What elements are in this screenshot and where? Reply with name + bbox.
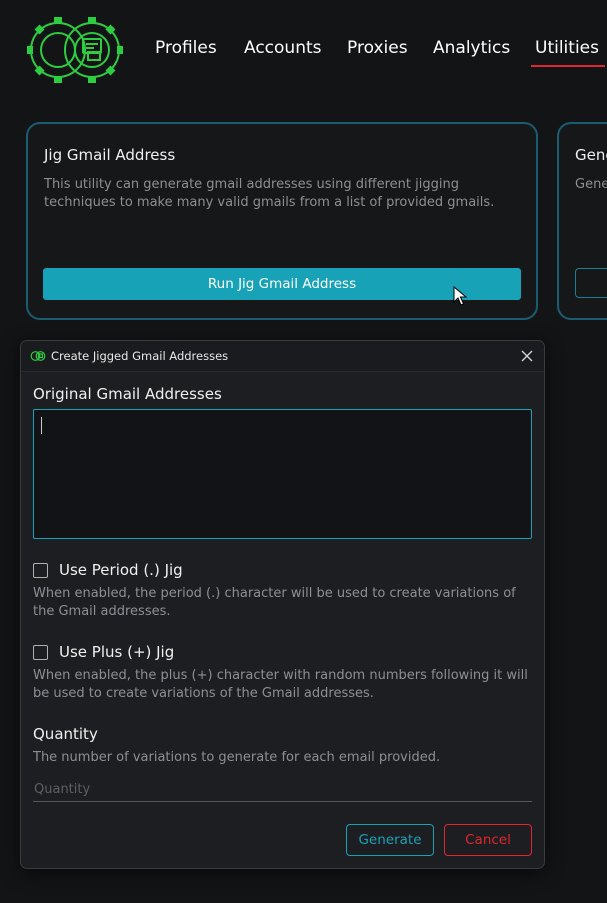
run-jig-gmail-button[interactable]: Run Jig Gmail Address — [43, 268, 521, 300]
nav-item-analytics[interactable]: Analytics — [433, 38, 510, 58]
nav-item-utilities[interactable]: Utilities — [531, 38, 605, 67]
card-description: This utility can generate gmail addresse… — [44, 177, 495, 210]
nav-item-accounts[interactable]: Accounts — [244, 38, 322, 58]
card-description: Gene — [575, 177, 607, 192]
original-gmail-textarea[interactable] — [33, 409, 532, 539]
run-generate-button[interactable] — [575, 268, 607, 298]
quantity-help: The number of variations to generate for… — [33, 750, 441, 765]
period-jig-help: When enabled, the period (.) character w… — [33, 586, 516, 619]
plus-jig-label: Use Plus (+) Jig — [59, 643, 175, 661]
jig-gmail-dialog: Create Jigged Gmail Addresses Original G… — [20, 340, 545, 869]
text-caret — [41, 417, 42, 434]
plus-jig-checkbox[interactable] — [33, 645, 48, 660]
nav-item-profiles[interactable]: Profiles — [155, 38, 217, 58]
quantity-input[interactable] — [33, 777, 532, 802]
dialog-title: Create Jigged Gmail Addresses — [51, 349, 229, 363]
card-title: Jig Gmail Address — [44, 146, 176, 164]
period-jig-label: Use Period (.) Jig — [59, 561, 183, 579]
cancel-button[interactable]: Cancel — [444, 824, 532, 856]
app-logo-small-icon — [30, 351, 46, 361]
card-title: Gene — [575, 146, 607, 164]
quantity-label: Quantity — [33, 725, 98, 743]
period-jig-checkbox[interactable] — [33, 563, 48, 578]
mouse-cursor-icon — [453, 286, 467, 306]
original-gmail-label: Original Gmail Addresses — [33, 385, 222, 403]
generate-button[interactable]: Generate — [346, 824, 434, 856]
close-icon[interactable] — [518, 347, 536, 365]
app-logo[interactable] — [24, 14, 126, 86]
plus-jig-help: When enabled, the plus (+) character wit… — [33, 668, 528, 701]
dialog-titlebar[interactable]: Create Jigged Gmail Addresses — [21, 341, 544, 372]
utility-card-generate: Gene Gene — [557, 122, 607, 320]
nav-item-proxies[interactable]: Proxies — [347, 38, 408, 58]
